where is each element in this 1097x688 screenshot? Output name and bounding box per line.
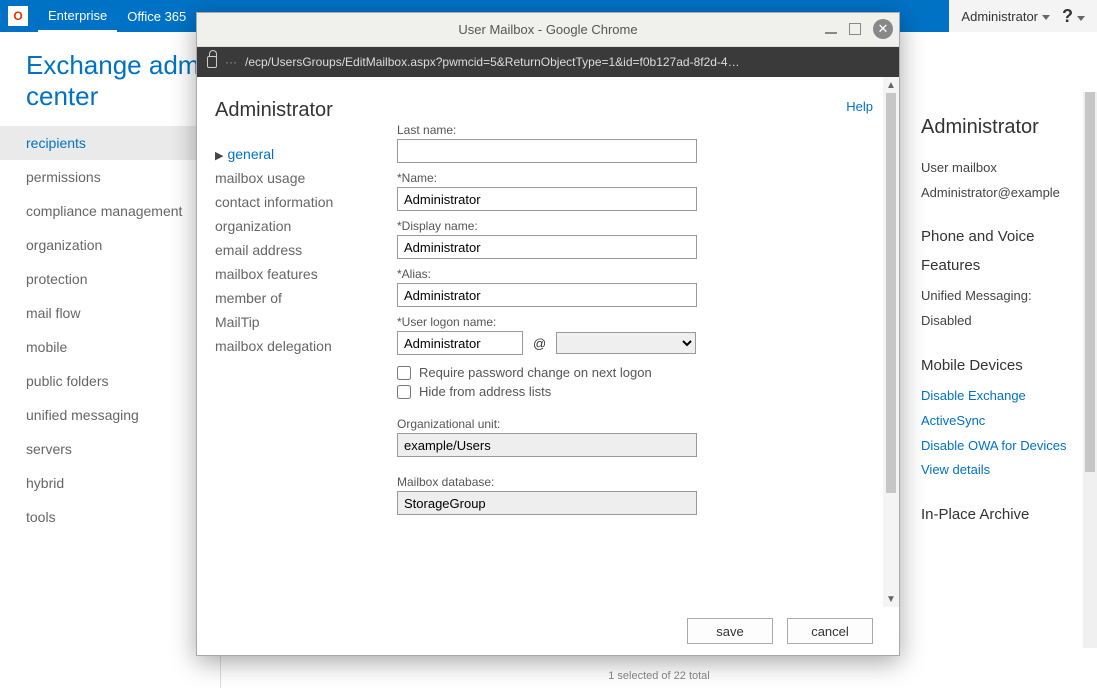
sidebar-item-tools[interactable]: tools xyxy=(0,500,220,534)
label-hide-lists: Hide from address lists xyxy=(419,384,551,399)
section-archive: In-Place Archive xyxy=(921,501,1077,530)
link-view-details[interactable]: View details xyxy=(921,462,990,477)
help-icon: ? xyxy=(1062,6,1073,26)
sidebar-item-mobile[interactable]: mobile xyxy=(0,330,220,364)
input-lastname[interactable] xyxy=(397,139,697,163)
label-display: *Display name: xyxy=(397,219,871,233)
dialog-url-bar: ··· /ecp/UsersGroups/EditMailbox.aspx?pw… xyxy=(197,47,899,77)
dlg-nav-memberof[interactable]: member of xyxy=(215,286,397,310)
input-db xyxy=(397,491,697,515)
dlg-nav-org[interactable]: organization xyxy=(215,214,397,238)
dlg-nav-mailtip[interactable]: MailTip xyxy=(215,310,397,334)
details-type: User mailbox xyxy=(921,156,1077,181)
scrollbar-thumb[interactable] xyxy=(886,93,896,493)
window-minimize-icon[interactable] xyxy=(825,32,837,34)
left-column: Exchange admin center recipients permiss… xyxy=(0,32,220,688)
help-menu[interactable]: ? xyxy=(1062,6,1085,27)
edit-mailbox-dialog: User Mailbox - Google Chrome ✕ ··· /ecp/… xyxy=(196,12,900,656)
um-status: Unified Messaging: Disabled xyxy=(921,284,1077,333)
link-disable-owa[interactable]: Disable OWA for Devices xyxy=(921,438,1066,453)
right-scrollbar[interactable] xyxy=(1083,92,1097,648)
details-title: Administrator xyxy=(921,108,1077,146)
label-logon: *User logon name: xyxy=(397,315,871,329)
dialog-footer: save cancel xyxy=(197,607,899,655)
input-alias[interactable] xyxy=(397,283,697,307)
dialog-heading: Administrator xyxy=(215,99,397,122)
window-maximize-icon[interactable] xyxy=(849,23,861,35)
sidebar-item-um[interactable]: unified messaging xyxy=(0,398,220,432)
sidebar-item-servers[interactable]: servers xyxy=(0,432,220,466)
sidebar-item-permissions[interactable]: permissions xyxy=(0,160,220,194)
sidebar: recipients permissions compliance manage… xyxy=(0,126,220,534)
dialog-left-nav: Administrator ▶general mailbox usage con… xyxy=(197,77,397,607)
chk-require-pwd[interactable] xyxy=(397,366,411,380)
link-disable-eas[interactable]: Disable Exchange ActiveSync xyxy=(921,388,1026,428)
sidebar-item-publicfolders[interactable]: public folders xyxy=(0,364,220,398)
at-symbol: @ xyxy=(533,336,546,351)
topbar-right: Administrator ? xyxy=(949,0,1097,32)
scrollbar-thumb[interactable] xyxy=(1085,92,1095,472)
sidebar-item-organization[interactable]: organization xyxy=(0,228,220,262)
dlg-nav-delegation[interactable]: mailbox delegation xyxy=(215,334,397,358)
cancel-button[interactable]: cancel xyxy=(787,618,873,644)
label-ou: Organizational unit: xyxy=(397,417,871,431)
office-logo-icon: O xyxy=(8,6,28,26)
dialog-url: /ecp/UsersGroups/EditMailbox.aspx?pwmcid… xyxy=(245,55,740,69)
caret-down-icon xyxy=(1077,16,1085,21)
dlg-nav-email[interactable]: email address xyxy=(215,238,397,262)
scroll-up-icon[interactable]: ▲ xyxy=(883,77,899,93)
input-name[interactable] xyxy=(397,187,697,211)
input-ou xyxy=(397,433,697,457)
chk-hide-lists[interactable] xyxy=(397,385,411,399)
label-alias: *Alias: xyxy=(397,267,871,281)
dlg-nav-general[interactable]: ▶general xyxy=(215,142,397,166)
dlg-nav-features[interactable]: mailbox features xyxy=(215,262,397,286)
lock-icon xyxy=(207,56,217,68)
section-phone-voice: Phone and Voice Features xyxy=(921,223,1077,280)
selection-count: 1 selected of 22 total xyxy=(221,664,1097,688)
label-name: *Name: xyxy=(397,171,871,185)
nav-arrow-icon: ▶ xyxy=(215,150,223,162)
window-close-icon[interactable]: ✕ xyxy=(873,19,893,39)
dlg-nav-usage[interactable]: mailbox usage xyxy=(215,166,397,190)
tab-enterprise[interactable]: Enterprise xyxy=(38,0,117,32)
dialog-form: Last name: *Name: *Display name: *Alias:… xyxy=(397,77,899,607)
tab-office365[interactable]: Office 365 xyxy=(117,0,196,32)
input-display[interactable] xyxy=(397,235,697,259)
sidebar-item-mailflow[interactable]: mail flow xyxy=(0,296,220,330)
caret-down-icon xyxy=(1042,15,1050,20)
sidebar-item-hybrid[interactable]: hybrid xyxy=(0,466,220,500)
section-mobile: Mobile Devices xyxy=(921,352,1077,381)
dialog-scrollbar[interactable]: ▲ ▼ xyxy=(883,77,899,607)
details-email: Administrator@example xyxy=(921,181,1077,206)
sidebar-item-compliance[interactable]: compliance management xyxy=(0,194,220,228)
save-button[interactable]: save xyxy=(687,618,773,644)
sidebar-item-recipients[interactable]: recipients xyxy=(0,126,220,160)
dialog-titlebar[interactable]: User Mailbox - Google Chrome ✕ xyxy=(197,13,899,47)
details-panel: Administrator User mailbox Administrator… xyxy=(901,108,1097,530)
dialog-title: User Mailbox - Google Chrome xyxy=(458,22,637,37)
label-db: Mailbox database: xyxy=(397,475,871,489)
select-domain[interactable] xyxy=(556,332,696,354)
label-lastname: Last name: xyxy=(397,123,871,137)
label-require-pwd: Require password change on next logon xyxy=(419,365,652,380)
page-title: Exchange admin center xyxy=(0,32,220,126)
scroll-down-icon[interactable]: ▼ xyxy=(883,591,899,607)
input-logon[interactable] xyxy=(397,331,523,355)
sidebar-item-protection[interactable]: protection xyxy=(0,262,220,296)
current-user[interactable]: Administrator xyxy=(961,9,1050,24)
dlg-nav-contact[interactable]: contact information xyxy=(215,190,397,214)
